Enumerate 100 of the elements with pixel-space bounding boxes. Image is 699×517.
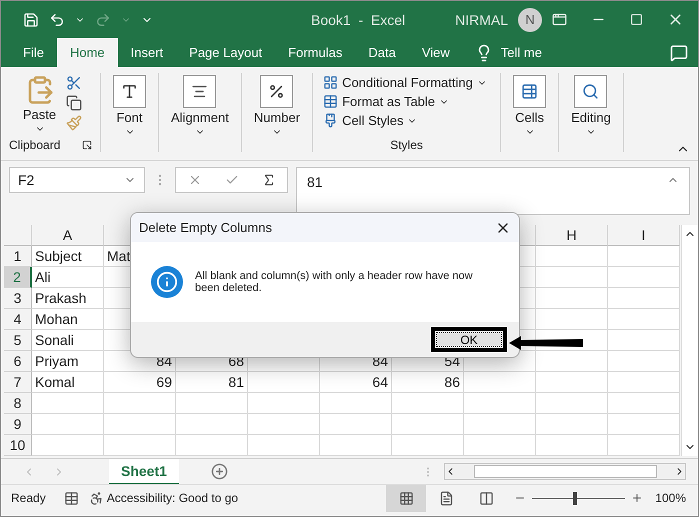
table-cell xyxy=(608,351,680,372)
ribbon-button[interactable]: Editing xyxy=(567,73,615,139)
table-cell xyxy=(176,414,248,435)
undo-icon[interactable] xyxy=(49,12,65,28)
table-cell xyxy=(536,351,608,372)
copy-icon[interactable] xyxy=(66,95,82,111)
table-cell xyxy=(464,414,536,435)
table-cell xyxy=(608,267,680,288)
menu-tab[interactable]: Home xyxy=(56,38,118,67)
menu-tab[interactable]: Page Layout xyxy=(176,38,276,67)
letter-icon xyxy=(121,83,138,100)
view-button[interactable] xyxy=(386,484,426,512)
table-cell xyxy=(536,288,608,309)
scissors-icon[interactable] xyxy=(66,75,82,91)
table-cell xyxy=(464,435,536,456)
window-title: Book1 - Excel xyxy=(311,12,406,28)
maximize-icon[interactable] xyxy=(630,13,643,26)
table-cell xyxy=(536,414,608,435)
table-cell: Prakash xyxy=(32,288,104,309)
sheet-tab[interactable]: Sheet1 xyxy=(109,458,179,484)
brush-icon xyxy=(323,113,338,128)
ribbon-button[interactable]: Number xyxy=(250,73,304,139)
row-header[interactable]: 1 xyxy=(4,246,32,267)
ribbon-button[interactable]: Cell Styles xyxy=(321,111,420,130)
grid-icon xyxy=(398,490,414,506)
percent-icon xyxy=(268,83,286,100)
row-header[interactable]: 3 xyxy=(4,288,32,309)
table-cell: Komal xyxy=(32,372,104,393)
status-text: Ready xyxy=(11,491,46,505)
table-cell xyxy=(608,309,680,330)
add-sheet-icon[interactable] xyxy=(210,463,228,480)
table-cell xyxy=(536,246,608,267)
table-cell xyxy=(392,393,464,414)
grid-icon xyxy=(323,75,338,90)
accessibility-icon[interactable] xyxy=(88,490,104,506)
table-cell: 86 xyxy=(392,372,464,393)
table-cell xyxy=(248,372,320,393)
ribbon-button[interactable]: Alignment xyxy=(167,73,233,139)
ribbon-display-icon[interactable] xyxy=(552,12,567,27)
save-icon[interactable] xyxy=(23,12,39,28)
table-cell xyxy=(248,393,320,414)
vertical-scrollbar[interactable] xyxy=(681,225,698,456)
comment-icon[interactable] xyxy=(670,44,688,62)
zoom-in-icon[interactable] xyxy=(631,492,644,504)
table-cell xyxy=(248,414,320,435)
name-box[interactable]: F2 xyxy=(9,167,145,193)
ok-button[interactable]: OK xyxy=(431,327,507,352)
row-header[interactable]: 9 xyxy=(4,414,32,435)
group-label: Styles xyxy=(390,138,423,152)
table-cell xyxy=(464,372,536,393)
accessibility-status[interactable]: Accessibility: Good to go xyxy=(106,491,238,505)
menu-tab[interactable]: Formulas xyxy=(275,38,356,67)
row-header[interactable]: 8 xyxy=(4,393,32,414)
row-header[interactable]: 5 xyxy=(4,330,32,351)
ribbon-button[interactable]: Font xyxy=(109,73,150,139)
paste-button[interactable]: Paste xyxy=(18,73,60,136)
column-header[interactable]: I xyxy=(608,225,680,246)
table-cell xyxy=(104,435,176,456)
row-header[interactable]: 2 xyxy=(4,267,32,288)
tell-me-field[interactable]: Tell me xyxy=(500,45,542,60)
align-center-icon xyxy=(191,83,208,100)
column-header[interactable]: A xyxy=(32,225,104,246)
ribbon-button[interactable]: Format as Table xyxy=(321,92,452,111)
row-header[interactable]: 7 xyxy=(4,372,32,393)
group-label: Clipboard xyxy=(9,138,60,152)
macro-icon[interactable] xyxy=(64,490,79,506)
table-cell xyxy=(248,435,320,456)
table-cell xyxy=(608,393,680,414)
dialog-message: All blank and column(s) with only a header row have now been deleted. xyxy=(195,270,474,294)
row-header[interactable]: 4 xyxy=(4,309,32,330)
table-cell xyxy=(320,393,392,414)
table-cell xyxy=(392,414,464,435)
table-cell xyxy=(320,414,392,435)
table-cell: Sonali xyxy=(32,330,104,351)
columns-icon xyxy=(478,490,494,506)
ribbon-button[interactable]: Conditional Formatting xyxy=(321,73,489,92)
table-cell xyxy=(32,393,104,414)
menu-tab[interactable]: File xyxy=(10,38,57,67)
menu-tab[interactable]: Data xyxy=(355,38,409,67)
table-cell: Mohan xyxy=(32,309,104,330)
table-cell xyxy=(32,435,104,456)
table-cell: Priyam xyxy=(32,351,104,372)
row-header[interactable]: 6 xyxy=(4,351,32,372)
info-icon xyxy=(151,266,183,298)
table-cell xyxy=(464,393,536,414)
column-header[interactable]: H xyxy=(536,225,608,246)
formula-input[interactable]: 81 xyxy=(296,167,690,215)
horizontal-scrollbar[interactable] xyxy=(444,463,686,480)
table-cell xyxy=(536,309,608,330)
ribbon-button[interactable]: Cells xyxy=(509,73,550,139)
table-cell xyxy=(104,414,176,435)
menu-tab[interactable]: View xyxy=(408,38,463,67)
table-cell: Subject xyxy=(32,246,104,267)
table-cell xyxy=(608,288,680,309)
row-header[interactable]: 10 xyxy=(4,435,32,456)
avatar[interactable]: N xyxy=(518,8,542,32)
dialog-launcher-icon[interactable] xyxy=(82,140,92,150)
menu-tab[interactable]: Insert xyxy=(118,38,176,67)
table-icon xyxy=(521,83,538,100)
table-cell xyxy=(608,330,680,351)
